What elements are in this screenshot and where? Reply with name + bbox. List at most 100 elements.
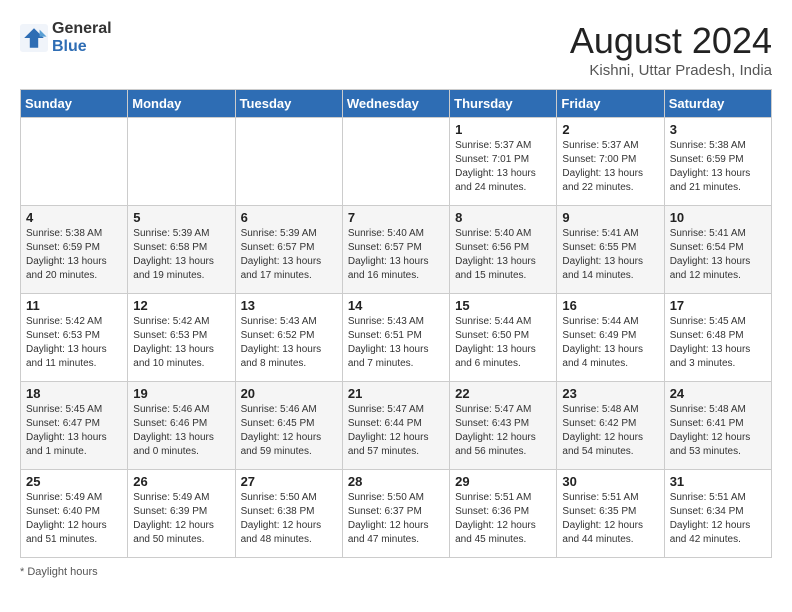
calendar-cell: 6 Sunrise: 5:39 AMSunset: 6:57 PMDaylight… bbox=[235, 206, 342, 294]
day-info: Sunrise: 5:45 AMSunset: 6:48 PMDaylight:… bbox=[670, 315, 766, 371]
column-header-friday: Friday bbox=[557, 90, 664, 118]
day-info: Sunrise: 5:49 AMSunset: 6:40 PMDaylight:… bbox=[26, 491, 122, 547]
page-header: General Blue August 2024 Kishni, Uttar P… bbox=[20, 20, 772, 79]
calendar-cell: 22 Sunrise: 5:47 AMSunset: 6:43 PMDayligh… bbox=[450, 382, 557, 470]
calendar-table: SundayMondayTuesdayWednesdayThursdayFrid… bbox=[20, 89, 772, 558]
day-info: Sunrise: 5:41 AMSunset: 6:54 PMDaylight:… bbox=[670, 227, 766, 283]
logo: General Blue bbox=[20, 20, 112, 56]
calendar-cell: 9 Sunrise: 5:41 AMSunset: 6:55 PMDaylight… bbox=[557, 206, 664, 294]
day-info: Sunrise: 5:51 AMSunset: 6:35 PMDaylight:… bbox=[562, 491, 658, 547]
day-info: Sunrise: 5:42 AMSunset: 6:53 PMDaylight:… bbox=[133, 315, 229, 371]
day-info: Sunrise: 5:47 AMSunset: 6:44 PMDaylight:… bbox=[348, 403, 444, 459]
calendar-cell: 10 Sunrise: 5:41 AMSunset: 6:54 PMDayligh… bbox=[664, 206, 771, 294]
calendar-cell: 27Sunrise: 5:50 AMSunset: 6:38 PMDayligh… bbox=[235, 470, 342, 558]
calendar-cell: 20 Sunrise: 5:46 AMSunset: 6:45 PMDayligh… bbox=[235, 382, 342, 470]
day-number: 14 bbox=[348, 298, 444, 313]
day-info: Sunrise: 5:47 AMSunset: 6:43 PMDaylight:… bbox=[455, 403, 551, 459]
day-info: Sunrise: 5:38 AMSunset: 6:59 PMDaylight:… bbox=[26, 227, 122, 283]
calendar-cell: 3Sunrise: 5:38 AMSunset: 6:59 PMDaylight… bbox=[664, 118, 771, 206]
calendar-cell bbox=[21, 118, 128, 206]
day-info: Sunrise: 5:39 AMSunset: 6:57 PMDaylight:… bbox=[241, 227, 337, 283]
day-number: 17 bbox=[670, 298, 766, 313]
day-info: Sunrise: 5:48 AMSunset: 6:41 PMDaylight:… bbox=[670, 403, 766, 459]
day-number: 24 bbox=[670, 386, 766, 401]
column-header-sunday: Sunday bbox=[21, 90, 128, 118]
calendar-week-row: 11 Sunrise: 5:42 AMSunset: 6:53 PMDayligh… bbox=[21, 294, 772, 382]
calendar-cell bbox=[235, 118, 342, 206]
main-title: August 2024 bbox=[570, 20, 772, 62]
calendar-cell: 28Sunrise: 5:50 AMSunset: 6:37 PMDayligh… bbox=[342, 470, 449, 558]
day-info: Sunrise: 5:37 AMSunset: 7:01 PMDaylight:… bbox=[455, 139, 551, 195]
title-section: August 2024 Kishni, Uttar Pradesh, India bbox=[570, 20, 772, 79]
calendar-cell: 24 Sunrise: 5:48 AMSunset: 6:41 PMDayligh… bbox=[664, 382, 771, 470]
day-number: 4 bbox=[26, 210, 122, 225]
day-number: 16 bbox=[562, 298, 658, 313]
day-info: Sunrise: 5:48 AMSunset: 6:42 PMDaylight:… bbox=[562, 403, 658, 459]
day-info: Sunrise: 5:51 AMSunset: 6:36 PMDaylight:… bbox=[455, 491, 551, 547]
day-number: 7 bbox=[348, 210, 444, 225]
footer-note: * Daylight hours bbox=[20, 566, 772, 578]
day-number: 3 bbox=[670, 122, 766, 137]
day-number: 25 bbox=[26, 474, 122, 489]
calendar-cell: 23Sunrise: 5:48 AMSunset: 6:42 PMDayligh… bbox=[557, 382, 664, 470]
day-number: 19 bbox=[133, 386, 229, 401]
calendar-week-row: 18 Sunrise: 5:45 AMSunset: 6:47 PMDayligh… bbox=[21, 382, 772, 470]
calendar-cell bbox=[342, 118, 449, 206]
day-number: 15 bbox=[455, 298, 551, 313]
day-number: 11 bbox=[26, 298, 122, 313]
calendar-cell: 21Sunrise: 5:47 AMSunset: 6:44 PMDayligh… bbox=[342, 382, 449, 470]
day-info: Sunrise: 5:46 AMSunset: 6:46 PMDaylight:… bbox=[133, 403, 229, 459]
calendar-cell: 15 Sunrise: 5:44 AMSunset: 6:50 PMDayligh… bbox=[450, 294, 557, 382]
day-info: Sunrise: 5:45 AMSunset: 6:47 PMDaylight:… bbox=[26, 403, 122, 459]
day-number: 1 bbox=[455, 122, 551, 137]
day-info: Sunrise: 5:41 AMSunset: 6:55 PMDaylight:… bbox=[562, 227, 658, 283]
calendar-cell: 29Sunrise: 5:51 AMSunset: 6:36 PMDayligh… bbox=[450, 470, 557, 558]
day-number: 9 bbox=[562, 210, 658, 225]
subtitle: Kishni, Uttar Pradesh, India bbox=[570, 62, 772, 79]
day-info: Sunrise: 5:43 AMSunset: 6:51 PMDaylight:… bbox=[348, 315, 444, 371]
day-number: 22 bbox=[455, 386, 551, 401]
logo-text: General Blue bbox=[52, 20, 112, 56]
column-header-monday: Monday bbox=[128, 90, 235, 118]
calendar-cell: 8Sunrise: 5:40 AMSunset: 6:56 PMDaylight… bbox=[450, 206, 557, 294]
calendar-cell: 19 Sunrise: 5:46 AMSunset: 6:46 PMDayligh… bbox=[128, 382, 235, 470]
calendar-week-row: 4 Sunrise: 5:38 AMSunset: 6:59 PMDaylight… bbox=[21, 206, 772, 294]
day-info: Sunrise: 5:44 AMSunset: 6:49 PMDaylight:… bbox=[562, 315, 658, 371]
day-info: Sunrise: 5:46 AMSunset: 6:45 PMDaylight:… bbox=[241, 403, 337, 459]
calendar-cell: 14 Sunrise: 5:43 AMSunset: 6:51 PMDayligh… bbox=[342, 294, 449, 382]
calendar-cell: 5 Sunrise: 5:39 AMSunset: 6:58 PMDaylight… bbox=[128, 206, 235, 294]
calendar-cell: 13Sunrise: 5:43 AMSunset: 6:52 PMDayligh… bbox=[235, 294, 342, 382]
day-number: 26 bbox=[133, 474, 229, 489]
day-info: Sunrise: 5:50 AMSunset: 6:38 PMDaylight:… bbox=[241, 491, 337, 547]
logo-icon bbox=[20, 24, 48, 52]
calendar-week-row: 1 Sunrise: 5:37 AMSunset: 7:01 PMDaylight… bbox=[21, 118, 772, 206]
calendar-cell: 18 Sunrise: 5:45 AMSunset: 6:47 PMDayligh… bbox=[21, 382, 128, 470]
day-number: 10 bbox=[670, 210, 766, 225]
calendar-cell: 1 Sunrise: 5:37 AMSunset: 7:01 PMDaylight… bbox=[450, 118, 557, 206]
day-number: 6 bbox=[241, 210, 337, 225]
calendar-cell: 17 Sunrise: 5:45 AMSunset: 6:48 PMDayligh… bbox=[664, 294, 771, 382]
calendar-cell: 31Sunrise: 5:51 AMSunset: 6:34 PMDayligh… bbox=[664, 470, 771, 558]
calendar-cell: 2 Sunrise: 5:37 AMSunset: 7:00 PMDaylight… bbox=[557, 118, 664, 206]
day-info: Sunrise: 5:44 AMSunset: 6:50 PMDaylight:… bbox=[455, 315, 551, 371]
day-number: 31 bbox=[670, 474, 766, 489]
column-header-saturday: Saturday bbox=[664, 90, 771, 118]
day-number: 5 bbox=[133, 210, 229, 225]
day-info: Sunrise: 5:39 AMSunset: 6:58 PMDaylight:… bbox=[133, 227, 229, 283]
calendar-header-row: SundayMondayTuesdayWednesdayThursdayFrid… bbox=[21, 90, 772, 118]
calendar-cell: 7 Sunrise: 5:40 AMSunset: 6:57 PMDaylight… bbox=[342, 206, 449, 294]
day-number: 30 bbox=[562, 474, 658, 489]
day-info: Sunrise: 5:40 AMSunset: 6:57 PMDaylight:… bbox=[348, 227, 444, 283]
column-header-wednesday: Wednesday bbox=[342, 90, 449, 118]
day-info: Sunrise: 5:37 AMSunset: 7:00 PMDaylight:… bbox=[562, 139, 658, 195]
logo-blue: Blue bbox=[52, 38, 87, 55]
day-number: 2 bbox=[562, 122, 658, 137]
day-info: Sunrise: 5:50 AMSunset: 6:37 PMDaylight:… bbox=[348, 491, 444, 547]
column-header-tuesday: Tuesday bbox=[235, 90, 342, 118]
day-number: 20 bbox=[241, 386, 337, 401]
column-header-thursday: Thursday bbox=[450, 90, 557, 118]
calendar-week-row: 25 Sunrise: 5:49 AMSunset: 6:40 PMDayligh… bbox=[21, 470, 772, 558]
day-number: 13 bbox=[241, 298, 337, 313]
day-number: 18 bbox=[26, 386, 122, 401]
calendar-cell: 4 Sunrise: 5:38 AMSunset: 6:59 PMDaylight… bbox=[21, 206, 128, 294]
